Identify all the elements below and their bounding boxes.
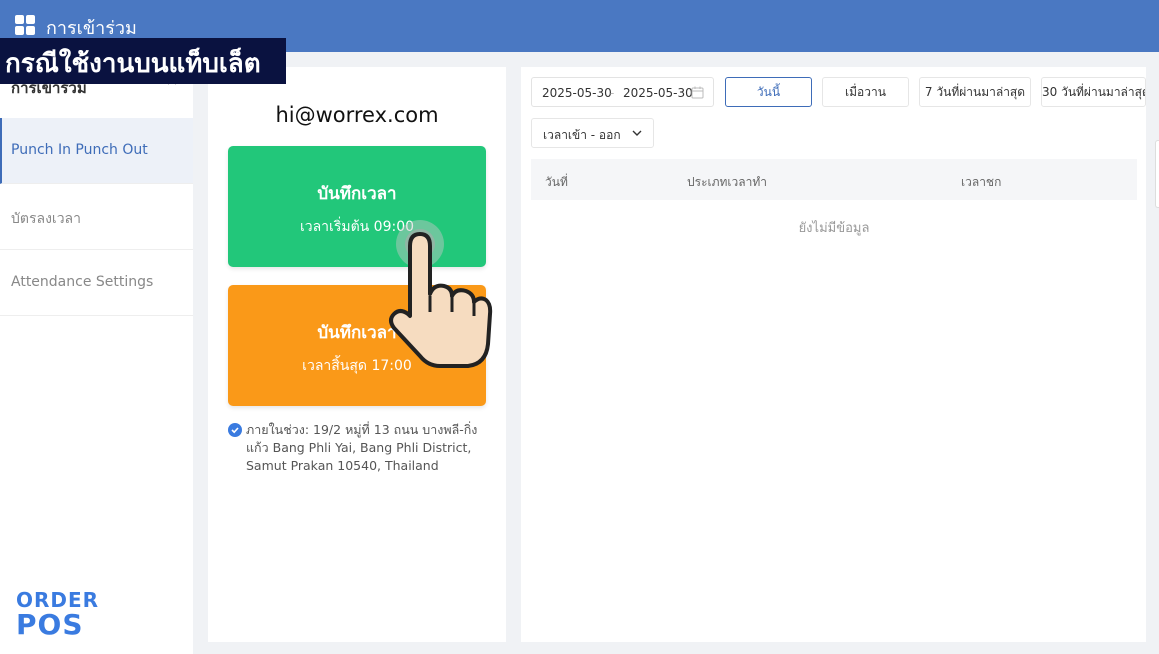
date-start: 2025-05-30	[542, 86, 612, 100]
column-time: เวลาชก	[961, 175, 1002, 189]
range-yesterday-button[interactable]: เมื่อวาน	[822, 77, 909, 107]
record-type-select[interactable]: เวลาเข้า - ออก	[531, 118, 654, 148]
logo-line-2: POS	[16, 608, 84, 641]
apps-grid-icon[interactable]	[15, 15, 35, 35]
calendar-icon	[691, 86, 704, 102]
date-end: 2025-05-30	[623, 86, 693, 100]
location-text: ภายในช่วง: 19/2 หมู่ที่ 13 ถนน บางพลี-กิ…	[246, 422, 478, 473]
logo-line-1: ORDER	[16, 588, 100, 612]
table-header: วันที่ ประเภทเวลาทำ เวลาชก	[531, 159, 1137, 200]
check-circle-icon	[228, 423, 242, 437]
column-date: วันที่	[545, 175, 568, 189]
record-type-value: เวลาเข้า - ออก	[543, 128, 621, 142]
range-last-7-days-button[interactable]: 7 วันที่ผ่านมาล่าสุด	[919, 77, 1031, 107]
sidebar-item-punch-in-out[interactable]: Punch In Punch Out	[0, 118, 193, 184]
user-email: hi@worrex.com	[275, 103, 439, 127]
date-separator: -	[610, 86, 615, 100]
orderpos-logo: ORDER POS	[16, 590, 99, 640]
chevron-down-icon	[632, 126, 642, 140]
empty-state-text: ยังไม่มีข้อมูล	[798, 221, 870, 236]
side-drawer-tab[interactable]	[1155, 140, 1159, 208]
sidebar-item-attendance-settings[interactable]: Attendance Settings	[0, 250, 193, 316]
sidebar: การเข้าร่วม Punch In Punch Out บัตรลงเวล…	[0, 52, 193, 654]
tap-hand-icon	[388, 216, 498, 380]
range-today-button[interactable]: วันนี้	[725, 77, 812, 107]
records-panel: 2025-05-30 - 2025-05-30 วันนี้ เมื่อวาน …	[521, 67, 1146, 642]
caption-banner: กรณีใช้งานบนแท็บเล็ต	[0, 38, 286, 84]
date-range-picker[interactable]: 2025-05-30 - 2025-05-30	[531, 77, 714, 107]
punch-in-title: บันทึกเวลา	[317, 184, 397, 204]
sidebar-item-timecard[interactable]: บัตรลงเวลา	[0, 184, 193, 250]
column-time-type: ประเภทเวลาทำ	[687, 175, 768, 189]
range-last-30-days-button[interactable]: 30 วันที่ผ่านมาล่าสุด	[1041, 77, 1146, 107]
